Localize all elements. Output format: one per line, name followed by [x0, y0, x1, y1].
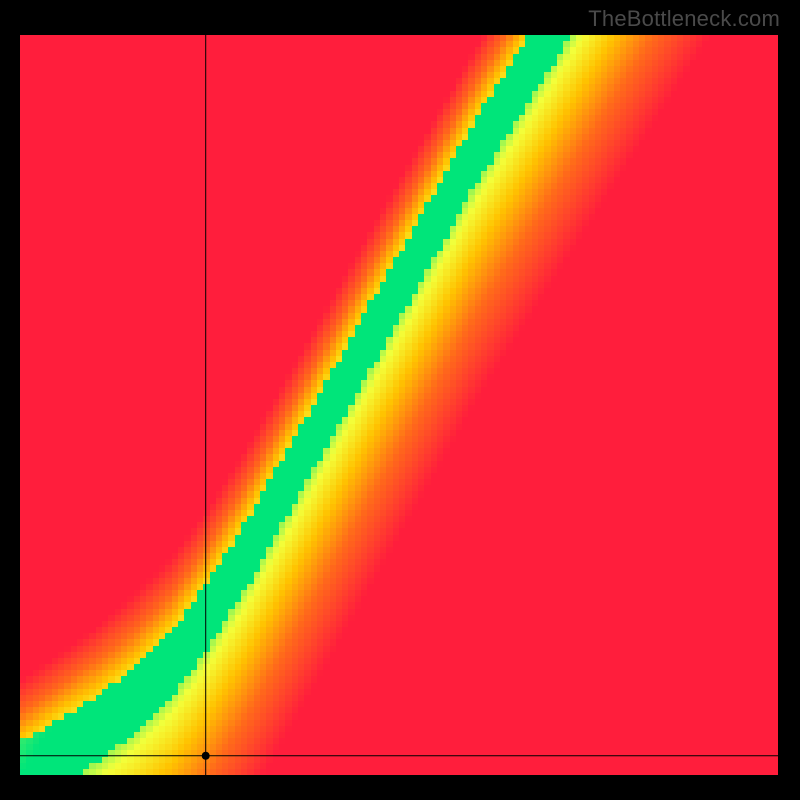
watermark-text: TheBottleneck.com: [588, 6, 780, 32]
heatmap-canvas: [20, 35, 778, 775]
heatmap-plot: [20, 35, 778, 775]
chart-frame: TheBottleneck.com: [0, 0, 800, 800]
